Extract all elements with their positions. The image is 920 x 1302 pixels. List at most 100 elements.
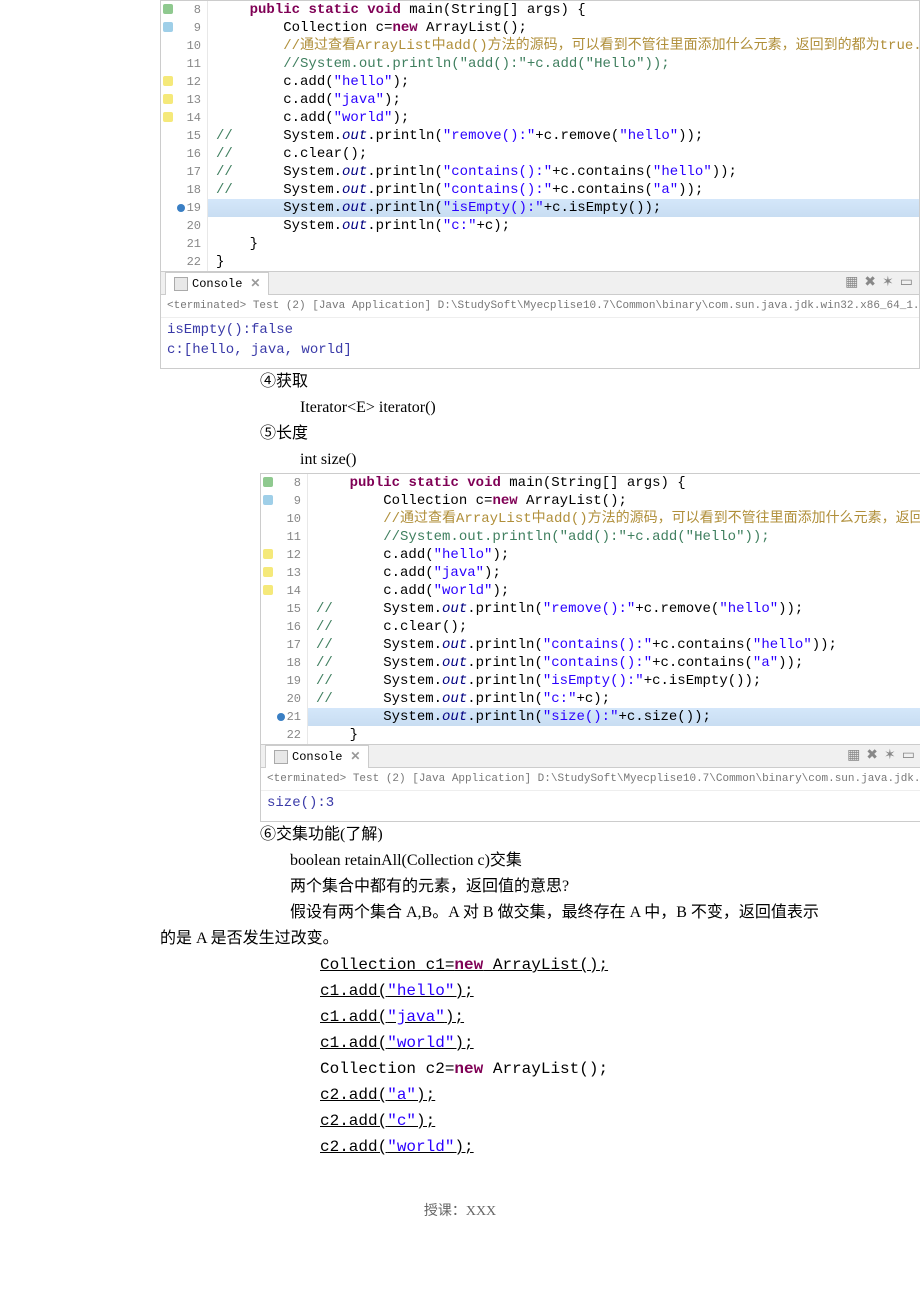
code-lines-1: 8 public static void main(String[] args)… [161,1,919,271]
code-text: System.out.println("c:"+c); [208,217,919,235]
page-footer: 授课：XXX [0,1200,920,1220]
inline-code-line: c1.add("world"); [0,1030,920,1056]
code-text: // System.out.println("remove():"+c.remo… [308,600,920,618]
code-line: 8 public static void main(String[] args)… [161,1,919,19]
code-text: // System.out.println("contains():"+c.co… [308,636,920,654]
code-text: // System.out.println("contains():"+c.co… [308,654,920,672]
line-number: 19 [261,672,308,690]
remove-all-icon[interactable]: ▦ [845,274,858,292]
code-line: 22 } [261,726,920,744]
clear-icon[interactable]: ✶ [882,274,894,292]
line-number: 10 [161,37,208,55]
line-number: 12 [161,73,208,91]
code-text: //通过查看ArrayList中add()方法的源码，可以看到不管往里面添加什么… [308,510,920,528]
console-toolbar: ▦ ✖ ✶ ▭ [847,747,920,765]
console-tab[interactable]: Console ✕ [265,745,369,768]
line-number: 18 [261,654,308,672]
inline-code-line: c2.add("c"); [0,1108,920,1134]
code-text: // System.out.println("isEmpty():"+c.isE… [308,672,920,690]
code-text: c.add("world"); [308,582,920,600]
code-line: 17// System.out.println("contains():"+c.… [261,636,920,654]
code-editor-1: 8 public static void main(String[] args)… [160,0,920,272]
code-text: } [208,235,919,253]
line-number: 21 [261,708,308,726]
console-status-1: <terminated> Test (2) [Java Application]… [161,295,919,318]
pin-icon[interactable]: ▭ [902,747,915,765]
code-text: System.out.println("isEmpty():"+c.isEmpt… [208,199,919,217]
inline-code-block: Collection c1=new ArrayList();c1.add("he… [0,952,920,1160]
code-text: } [308,726,920,744]
console-panel-2: Console ✕ ▦ ✖ ✶ ▭ <terminated> Test (2) … [260,745,920,822]
code-line: 19 System.out.println("isEmpty():"+c.isE… [161,199,919,217]
code-text: c.add("java"); [208,91,919,109]
console-output-1: isEmpty():false c:[hello, java, world] [161,318,919,368]
remove-launch-icon[interactable]: ✖ [864,274,876,292]
inline-code-line: c2.add("a"); [0,1082,920,1108]
code-line: 10 //通过查看ArrayList中add()方法的源码，可以看到不管往里面添… [261,510,920,528]
code-text: c.add("world"); [208,109,919,127]
retainall-sig: boolean retainAll(Collection c)交集 [0,848,920,874]
code-line: 17// System.out.println("contains():"+c.… [161,163,919,181]
console-tab-label: Console [292,748,342,766]
remove-all-icon[interactable]: ▦ [847,747,860,765]
code-line: 20 System.out.println("c:"+c); [161,217,919,235]
code-text: public static void main(String[] args) { [208,1,919,19]
inline-code-line: Collection c1=new ArrayList(); [0,952,920,978]
line-number: 21 [161,235,208,253]
line-number: 14 [161,109,208,127]
close-icon[interactable]: ✕ [250,275,260,293]
line-number: 13 [161,91,208,109]
code-line: 18// System.out.println("contains():"+c.… [161,181,919,199]
inline-code-line: c1.add("hello"); [0,978,920,1004]
code-line: 9 Collection c=new ArrayList(); [261,492,920,510]
close-icon[interactable]: ✕ [350,748,360,766]
code-text: Collection c=new ArrayList(); [208,19,919,37]
console-tab-label: Console [192,275,242,293]
code-text: System.out.println("size():"+c.size()); [308,708,920,726]
line-number: 8 [161,1,208,19]
retainall-desc2: 假设有两个集合 A,B。A 对 B 做交集，最终存在 A 中，B 不变，返回值表… [0,900,920,926]
code-line: 19// System.out.println("isEmpty():"+c.i… [261,672,920,690]
pin-icon[interactable]: ▭ [900,274,913,292]
line-number: 14 [261,582,308,600]
code-line: 21 System.out.println("size():"+c.size()… [261,708,920,726]
code-text: // System.out.println("c:"+c); [308,690,920,708]
line-number: 9 [261,492,308,510]
heading-5: ⑤长度 [0,421,920,447]
line-number: 22 [261,726,308,744]
line-number: 9 [161,19,208,37]
code-text: //通过查看ArrayList中add()方法的源码，可以看到不管往里面添加什么… [208,37,920,55]
code-line: 13 c.add("java"); [261,564,920,582]
line-number: 15 [161,127,208,145]
code-editor-2: 8 public static void main(String[] args)… [260,473,920,745]
code-line: 8 public static void main(String[] args)… [261,474,920,492]
section-retainall: ⑥交集功能(了解) boolean retainAll(Collection c… [0,822,920,952]
line-number: 8 [261,474,308,492]
code-line: 10 //通过查看ArrayList中add()方法的源码，可以看到不管往里面添… [161,37,919,55]
code-line: 9 Collection c=new ArrayList(); [161,19,919,37]
line-number: 11 [261,528,308,546]
code-text: c.add("java"); [308,564,920,582]
remove-launch-icon[interactable]: ✖ [866,747,878,765]
console-output-2: size():3 [261,791,920,821]
console-tab[interactable]: Console ✕ [165,272,269,295]
console-panel-1: Console ✕ ▦ ✖ ✶ ▭ <terminated> Test (2) … [160,272,920,369]
retainall-desc1: 两个集合中都有的元素，返回值的意思? [0,874,920,900]
code-text: } [208,253,919,271]
line-number: 20 [161,217,208,235]
code-text: // System.out.println("contains():"+c.co… [208,181,919,199]
code-line: 16// c.clear(); [161,145,919,163]
code-text: c.add("hello"); [208,73,919,91]
code-text: //System.out.println("add():"+c.add("Hel… [308,528,920,546]
line-number: 12 [261,546,308,564]
line-number: 18 [161,181,208,199]
code-text: //System.out.println("add():"+c.add("Hel… [208,55,919,73]
retainall-desc3: 的是 A 是否发生过改变。 [0,926,920,952]
console-icon [274,750,288,764]
size-signature: int size() [0,447,920,473]
clear-icon[interactable]: ✶ [884,747,896,765]
code-line: 15// System.out.println("remove():"+c.re… [161,127,919,145]
line-number: 16 [161,145,208,163]
code-text: // System.out.println("contains():"+c.co… [208,163,919,181]
code-line: 22} [161,253,919,271]
